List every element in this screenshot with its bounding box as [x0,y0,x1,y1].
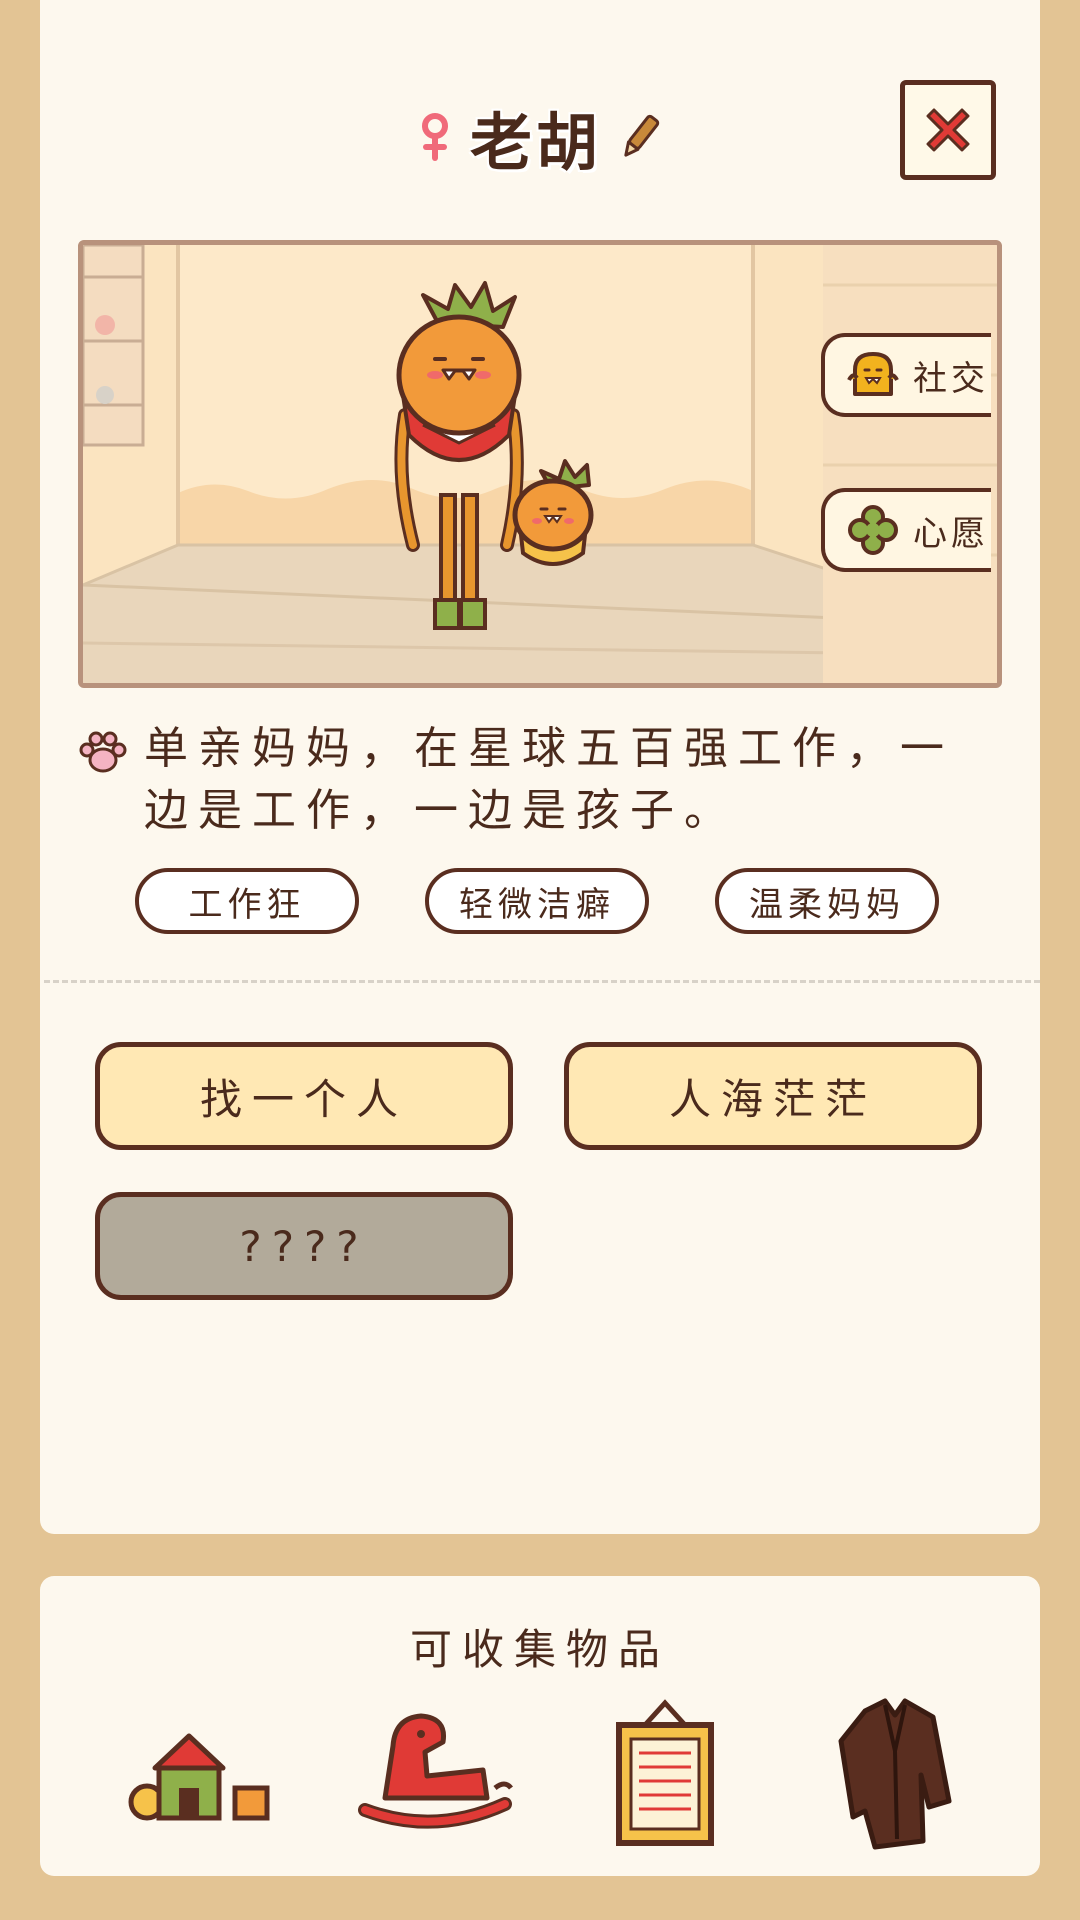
pencil-icon[interactable] [618,112,662,162]
rocking-horse-icon [358,1713,513,1829]
sea-of-people-button[interactable]: 人海茫茫 [564,1042,982,1150]
wish-button[interactable]: 心愿 [821,488,991,572]
clover-icon [848,505,898,555]
find-person-button[interactable]: 找一个人 [95,1042,513,1150]
character-card: 老胡 社交 心愿 单亲妈妈，在星球五百强工作，一边是工作，一边是孩子。 工作狂 … [40,0,1040,1534]
character-name: 老胡 [469,106,602,179]
jacket-icon [838,1698,952,1850]
collectible-item[interactable] [580,1686,750,1856]
collectible-item[interactable] [350,1686,520,1856]
character-room-scene [78,240,1002,688]
close-icon [926,108,970,152]
framed-certificate-icon [616,1699,714,1846]
collectibles-title: 可收集物品 [409,1625,670,1674]
social-button[interactable]: 社交 [821,333,991,417]
locked-action-button[interactable]: ???? [95,1192,513,1300]
title-row: 老胡 [40,92,1040,182]
trait-tag: 工作狂 [135,868,359,934]
trait-tag: 温柔妈妈 [715,868,939,934]
character-description: 单亲妈妈，在星球五百强工作，一边是工作，一边是孩子。 [144,723,954,836]
room-illustration [83,245,997,683]
social-icon [847,352,899,396]
section-divider [44,980,1040,983]
collectibles-card: 可收集物品 [40,1576,1040,1876]
toy-blocks-icon [128,1733,270,1821]
social-label: 社交 [913,358,989,399]
close-button[interactable] [900,80,996,180]
female-icon [421,113,448,161]
wish-label: 心愿 [913,513,989,554]
collectible-item[interactable] [810,1686,980,1856]
paw-icon [79,731,127,773]
trait-tag: 轻微洁癖 [425,868,649,934]
collectible-item[interactable] [120,1686,290,1856]
